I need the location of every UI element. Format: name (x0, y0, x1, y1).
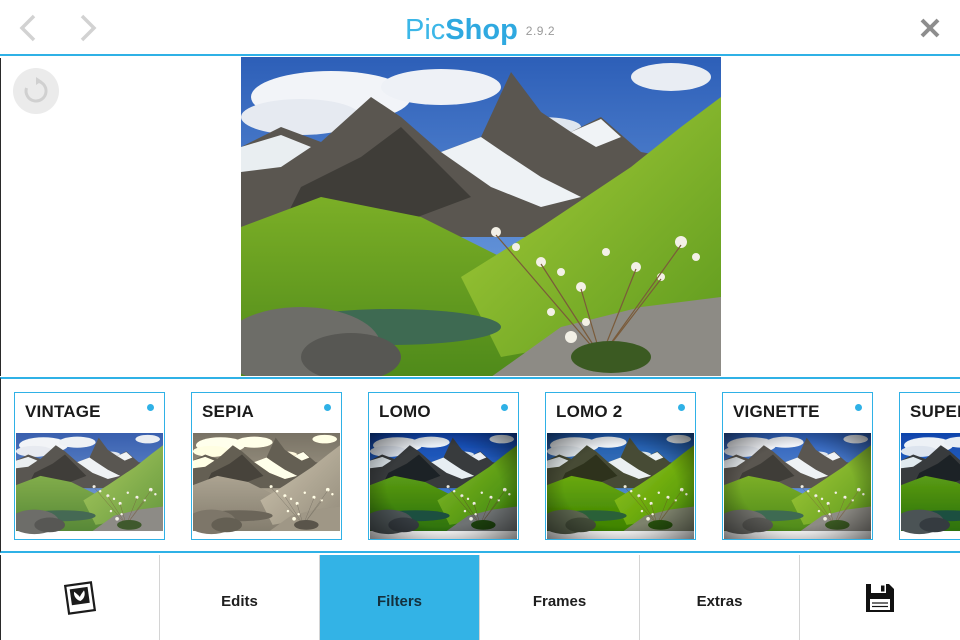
main-photo[interactable] (241, 57, 721, 376)
filter-thumbnail (370, 433, 517, 539)
rotate-icon (24, 77, 48, 103)
filter-lomo-2[interactable]: LOMO 2 (545, 392, 696, 540)
tab-label: Edits (221, 593, 258, 610)
filter-label: SEPIA (202, 402, 255, 421)
filter-super[interactable]: SUPER (899, 392, 960, 540)
filter-thumbnail (547, 433, 694, 539)
filter-thumbnail (901, 433, 960, 539)
save-icon (866, 583, 894, 612)
filter-label: VINTAGE (25, 402, 101, 421)
filter-indicator-dot (324, 404, 331, 411)
tab-filters[interactable]: Filters (320, 555, 480, 640)
filter-thumbnail (724, 433, 871, 539)
tab-edits[interactable]: Edits (160, 555, 320, 640)
filter-indicator-dot (678, 404, 685, 411)
filter-lomo[interactable]: LOMO (368, 392, 519, 540)
filter-label: LOMO (379, 402, 431, 421)
tab-label: Filters (376, 593, 422, 610)
version-label: 2.9.2 (525, 24, 555, 39)
filter-vignette[interactable]: VIGNETTE (722, 392, 873, 540)
app-title: PicShop 2.9.2 (0, 12, 960, 49)
filter-indicator-dot (147, 404, 154, 411)
filter-vintage[interactable]: VINTAGE (14, 392, 165, 540)
app-header: PicShop 2.9.2 (0, 0, 960, 56)
tab-label: Extras (696, 593, 743, 610)
filter-indicator-dot (501, 404, 508, 411)
tab-extras[interactable]: Extras (640, 555, 800, 640)
filter-indicator-dot (855, 404, 862, 411)
tab-label: Frames (532, 593, 587, 610)
close-button[interactable] (914, 12, 946, 44)
tab-save[interactable] (800, 555, 960, 640)
close-icon (920, 18, 940, 38)
title-pic: Pic (405, 14, 446, 46)
filter-thumbnail (16, 433, 163, 539)
gallery-icon (63, 580, 97, 615)
bottom-tab-bar: Edits Filters Frames Extras (0, 555, 960, 640)
filter-label: VIGNETTE (733, 402, 820, 421)
filter-label: LOMO 2 (556, 402, 623, 421)
filter-thumbnail (193, 433, 340, 539)
tab-frames[interactable]: Frames (480, 555, 640, 640)
photo-canvas-area (0, 57, 960, 376)
rotate-button[interactable] (13, 68, 59, 114)
filter-strip[interactable]: VINTAGE SEPIA LOMO LOMO 2 VIGNETTE SUPER (0, 377, 960, 553)
mountain-landscape-photo (241, 57, 721, 376)
tab-gallery[interactable] (0, 555, 160, 640)
filter-label: SUPER (910, 402, 960, 421)
filter-sepia[interactable]: SEPIA (191, 392, 342, 540)
title-shop: Shop (445, 14, 518, 46)
